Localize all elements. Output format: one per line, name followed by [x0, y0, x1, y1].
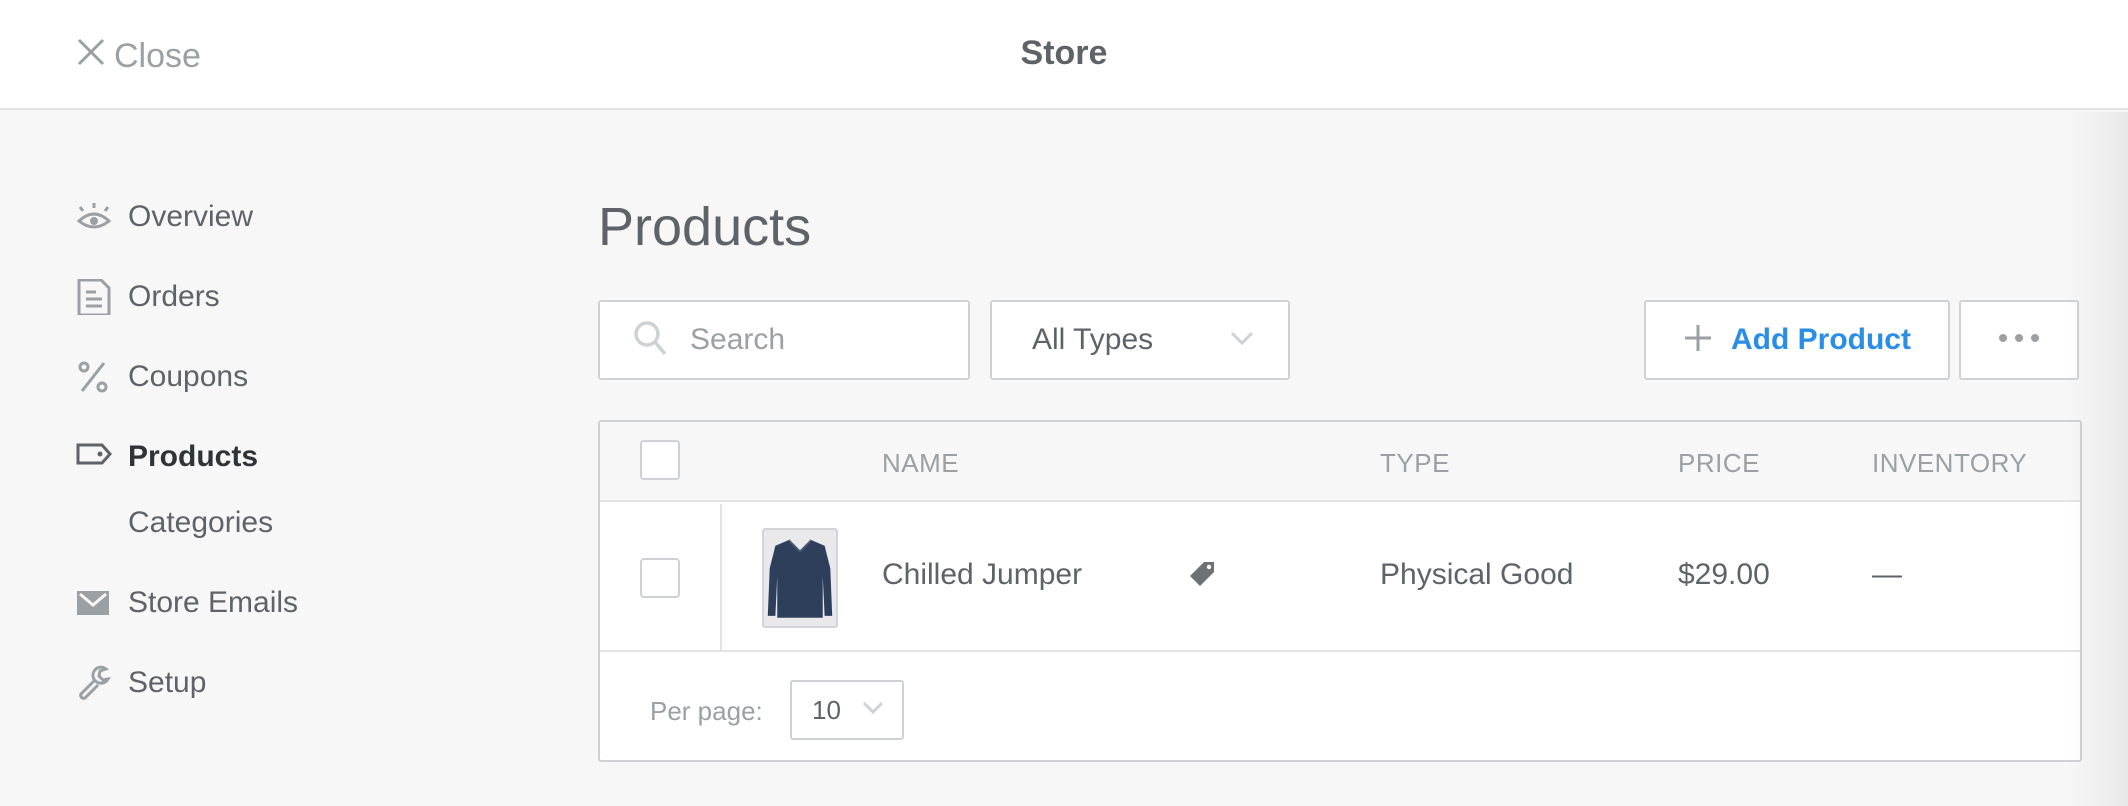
- page-title: Products: [598, 197, 812, 257]
- top-bar: Close Store: [0, 0, 2128, 110]
- product-type: Physical Good: [1380, 558, 1574, 591]
- products-table: NAME TYPE PRICE INVENTORY Chilled Jumper…: [598, 420, 2082, 762]
- envelope-icon: [76, 585, 112, 621]
- price-tag-icon: [1188, 560, 1216, 588]
- sidebar-item-categories[interactable]: Categories: [76, 498, 273, 548]
- table-row[interactable]: Chilled Jumper Physical Good $29.00 —: [600, 504, 2080, 652]
- sidebar-item-label: Coupons: [128, 360, 249, 393]
- search-icon: [600, 319, 670, 362]
- wrench-icon: [76, 665, 112, 701]
- per-page-select[interactable]: 10: [790, 680, 904, 740]
- product-price: $29.00: [1678, 558, 1770, 591]
- ellipsis-icon: [1997, 331, 2041, 349]
- app-title: Store: [1020, 34, 1108, 72]
- column-header-inventory[interactable]: INVENTORY: [1872, 448, 2027, 479]
- row-checkbox[interactable]: [640, 558, 680, 598]
- add-product-button[interactable]: Add Product: [1644, 300, 1950, 380]
- sidebar-item-label: Orders: [128, 280, 220, 313]
- percent-icon: [76, 359, 112, 395]
- sidebar-item-store-emails[interactable]: Store Emails: [76, 578, 298, 628]
- sidebar-item-setup[interactable]: Setup: [76, 658, 206, 708]
- search-field[interactable]: [598, 300, 970, 380]
- sidebar-item-label: Categories: [128, 506, 274, 539]
- chevron-down-icon: [1230, 330, 1254, 351]
- sidebar-item-label: Overview: [128, 200, 254, 233]
- sidebar-item-coupons[interactable]: Coupons: [76, 352, 248, 402]
- table-header: NAME TYPE PRICE INVENTORY: [600, 422, 2080, 502]
- eye-icon: [76, 199, 112, 235]
- more-options-button[interactable]: [1959, 300, 2079, 380]
- type-filter-select[interactable]: All Types: [990, 300, 1290, 380]
- row-divider: [720, 504, 722, 652]
- search-input[interactable]: [690, 323, 950, 357]
- sidebar-item-overview[interactable]: Overview: [76, 192, 253, 242]
- add-product-label: Add Product: [1731, 323, 1911, 356]
- sidebar-item-products[interactable]: Products: [76, 432, 258, 482]
- chevron-down-icon: [862, 701, 884, 720]
- document-icon: [76, 279, 112, 315]
- type-filter-value: All Types: [1032, 323, 1154, 356]
- product-name[interactable]: Chilled Jumper: [882, 558, 1082, 592]
- column-header-name[interactable]: NAME: [882, 448, 959, 479]
- per-page-label: Per page:: [650, 696, 763, 726]
- select-all-checkbox[interactable]: [640, 440, 680, 480]
- sidebar-item-orders[interactable]: Orders: [76, 272, 220, 322]
- sidebar-item-label: Store Emails: [128, 586, 299, 619]
- column-header-price[interactable]: PRICE: [1678, 448, 1760, 479]
- product-inventory: —: [1872, 558, 1902, 591]
- sidebar-item-label: Products: [128, 440, 259, 473]
- sidebar-item-label: Setup: [128, 666, 207, 699]
- per-page-value: 10: [812, 694, 841, 725]
- column-header-type[interactable]: TYPE: [1380, 448, 1450, 479]
- product-thumbnail: [762, 528, 838, 628]
- sweater-image: [764, 530, 836, 626]
- plus-icon: [1683, 323, 1713, 358]
- tag-icon: [76, 439, 112, 475]
- table-footer: Per page: 10: [600, 654, 2080, 760]
